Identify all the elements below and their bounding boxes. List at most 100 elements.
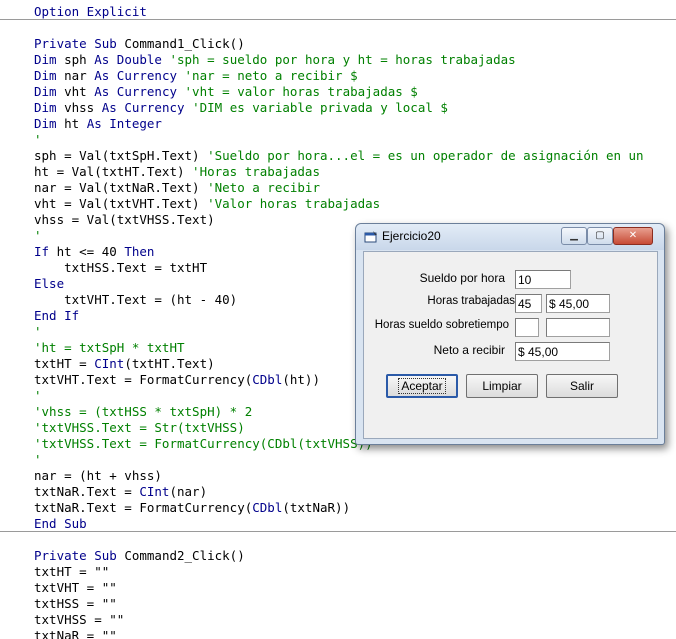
code-line[interactable]: ' bbox=[34, 388, 42, 404]
code-line[interactable]: Private Sub Command2_Click() bbox=[34, 548, 245, 564]
code-token: 'vht = valor horas trabajadas $ bbox=[184, 84, 418, 99]
code-line[interactable]: Dim sph As Double 'sph = sueldo por hora… bbox=[34, 52, 516, 68]
code-line[interactable]: txtNaR.Text = FormatCurrency(CDbl(txtNaR… bbox=[34, 500, 350, 516]
code-token: 'vhss = (txtHSS * txtSpH) * 2 bbox=[34, 404, 253, 419]
code-token: vhss bbox=[64, 100, 102, 115]
code-token: 'sph = sueldo por hora y ht = horas trab… bbox=[169, 52, 516, 67]
code-line[interactable]: txtHT = CInt(txtHT.Text) bbox=[34, 356, 215, 372]
code-token: As Currency bbox=[101, 100, 193, 115]
code-token: Dim bbox=[34, 116, 65, 131]
form-window: Ejercicio20 ▁ ▢ ✕ Sueldo por hora 10 Hor… bbox=[355, 223, 665, 445]
code-line[interactable]: vht = Val(txtVHT.Text) 'Valor horas trab… bbox=[34, 196, 380, 212]
salir-button[interactable]: Salir bbox=[546, 374, 618, 398]
code-line[interactable]: ' bbox=[34, 452, 42, 468]
valor-horas-sobretiempo-input[interactable] bbox=[546, 318, 610, 337]
valor-horas-trabajadas-input[interactable]: $ 45,00 bbox=[546, 294, 610, 313]
horas-sueldo-sobretiempo-input[interactable] bbox=[515, 318, 539, 337]
code-line[interactable]: 'txtVHSS.Text = FormatCurrency(CDbl(txtV… bbox=[34, 436, 373, 452]
code-token: Command1_Click() bbox=[124, 36, 245, 51]
code-token: End If bbox=[34, 308, 80, 323]
code-token: Dim bbox=[34, 68, 65, 83]
code-token: ' bbox=[34, 132, 42, 147]
code-token: 'Valor horas trabajadas bbox=[207, 196, 381, 211]
code-token: txtHT = "" bbox=[34, 564, 110, 579]
code-token: sph = Val(txtSpH.Text) bbox=[34, 148, 208, 163]
code-token: As Currency bbox=[94, 68, 185, 83]
code-line[interactable]: vhss = Val(txtVHSS.Text) bbox=[34, 212, 215, 228]
code-token: (txtHT.Text) bbox=[124, 356, 215, 371]
code-line[interactable]: 'ht = txtSpH * txtHT bbox=[34, 340, 185, 356]
code-line[interactable]: sph = Val(txtSpH.Text) 'Sueldo por hora.… bbox=[34, 148, 644, 164]
code-token: txtNaR.Text = bbox=[34, 484, 140, 499]
limpiar-button[interactable]: Limpiar bbox=[466, 374, 538, 398]
code-line[interactable]: Dim vhss As Currency 'DIM es variable pr… bbox=[34, 100, 448, 116]
code-line[interactable]: txtHSS.Text = txtHT bbox=[34, 260, 207, 276]
code-token: ht = Val(txtHT.Text) bbox=[34, 164, 193, 179]
close-button[interactable]: ✕ bbox=[613, 227, 653, 245]
code-line[interactable]: nar = (ht + vhss) bbox=[34, 468, 162, 484]
code-token: txtHSS.Text = txtHT bbox=[34, 260, 208, 275]
code-token: As Currency bbox=[94, 84, 185, 99]
code-token: Else bbox=[34, 276, 65, 291]
code-token: (nar) bbox=[169, 484, 208, 499]
code-token: 'Horas trabajadas bbox=[192, 164, 320, 179]
code-line[interactable]: Dim vht As Currency 'vht = valor horas t… bbox=[34, 84, 418, 100]
code-line[interactable]: txtVHT.Text = FormatCurrency(CDbl(ht)) bbox=[34, 372, 320, 388]
code-line[interactable]: txtHSS = "" bbox=[34, 596, 117, 612]
code-line[interactable]: Private Sub Command1_Click() bbox=[34, 36, 245, 52]
sueldo-por-hora-input[interactable]: 10 bbox=[515, 270, 571, 289]
code-line[interactable]: ' bbox=[34, 324, 42, 340]
code-token: sph bbox=[64, 52, 95, 67]
code-token: (txtNaR)) bbox=[282, 500, 351, 515]
label-neto-a-recibir: Neto a recibir bbox=[433, 343, 505, 357]
code-token: 'nar = neto a recibir $ bbox=[184, 68, 358, 83]
horas-trabajadas-input[interactable]: 45 bbox=[515, 294, 542, 313]
code-token: As Integer bbox=[86, 116, 162, 131]
code-line[interactable]: txtVHSS = "" bbox=[34, 612, 124, 628]
aceptar-button[interactable]: Aceptar bbox=[386, 374, 458, 398]
code-line[interactable]: ' bbox=[34, 132, 42, 148]
code-line[interactable]: Dim nar As Currency 'nar = neto a recibi… bbox=[34, 68, 358, 84]
code-token: Option Explicit bbox=[34, 4, 147, 19]
code-line[interactable]: End Sub bbox=[34, 516, 87, 532]
code-line[interactable]: txtNaR.Text = CInt(nar) bbox=[34, 484, 207, 500]
code-token: ' bbox=[34, 324, 42, 339]
neto-a-recibir-input[interactable]: $ 45,00 bbox=[515, 342, 610, 361]
code-line[interactable]: Option Explicit bbox=[34, 4, 147, 20]
code-token: txtVHT.Text = FormatCurrency( bbox=[34, 372, 253, 387]
code-token: txtVHSS = "" bbox=[34, 612, 125, 627]
code-line[interactable]: txtNaR = "" bbox=[34, 628, 117, 639]
code-line[interactable]: nar = Val(txtNaR.Text) 'Neto a recibir bbox=[34, 180, 320, 196]
code-token: ' bbox=[34, 388, 42, 403]
code-token: 'txtVHSS.Text = Str(txtVHSS) bbox=[34, 420, 245, 435]
code-line[interactable]: Dim ht As Integer bbox=[34, 116, 162, 132]
code-line[interactable]: txtVHT.Text = (ht - 40) bbox=[34, 292, 237, 308]
code-line[interactable]: End If bbox=[34, 308, 79, 324]
code-line[interactable]: 'vhss = (txtHSS * txtSpH) * 2 bbox=[34, 404, 252, 420]
label-horas-sueldo-sobretiempo: Horas sueldo sobretiempo bbox=[374, 319, 509, 331]
form-client-area: Sueldo por hora 10 Horas trabajadas 45 $… bbox=[363, 251, 658, 439]
code-line[interactable]: Else bbox=[34, 276, 64, 292]
code-token: CDbl bbox=[252, 500, 283, 515]
code-token: Then bbox=[124, 244, 155, 259]
maximize-button[interactable]: ▢ bbox=[587, 227, 613, 245]
code-line[interactable]: 'txtVHSS.Text = Str(txtVHSS) bbox=[34, 420, 245, 436]
code-token: vhss = Val(txtVHSS.Text) bbox=[34, 212, 215, 227]
maximize-icon: ▢ bbox=[595, 230, 605, 241]
code-line[interactable]: txtHT = "" bbox=[34, 564, 109, 580]
code-line[interactable]: ht = Val(txtHT.Text) 'Horas trabajadas bbox=[34, 164, 320, 180]
title-bar[interactable]: Ejercicio20 ▁ ▢ ✕ bbox=[356, 224, 664, 250]
aceptar-label: Aceptar bbox=[398, 378, 446, 394]
code-token: Private Sub bbox=[34, 548, 125, 563]
code-line[interactable]: If ht <= 40 Then bbox=[34, 244, 154, 260]
code-line[interactable]: ' bbox=[34, 228, 42, 244]
code-token: 'ht = txtSpH * txtHT bbox=[34, 340, 185, 355]
procedure-separator bbox=[0, 531, 676, 532]
code-token: nar = Val(txtNaR.Text) bbox=[34, 180, 208, 195]
minimize-icon: ▁ bbox=[570, 230, 578, 241]
code-token: 'DIM es variable privada y local $ bbox=[192, 100, 448, 115]
code-token: 'Neto a recibir bbox=[207, 180, 320, 195]
minimize-button[interactable]: ▁ bbox=[561, 227, 587, 245]
code-line[interactable]: txtVHT = "" bbox=[34, 580, 117, 596]
code-token: Dim bbox=[34, 100, 65, 115]
